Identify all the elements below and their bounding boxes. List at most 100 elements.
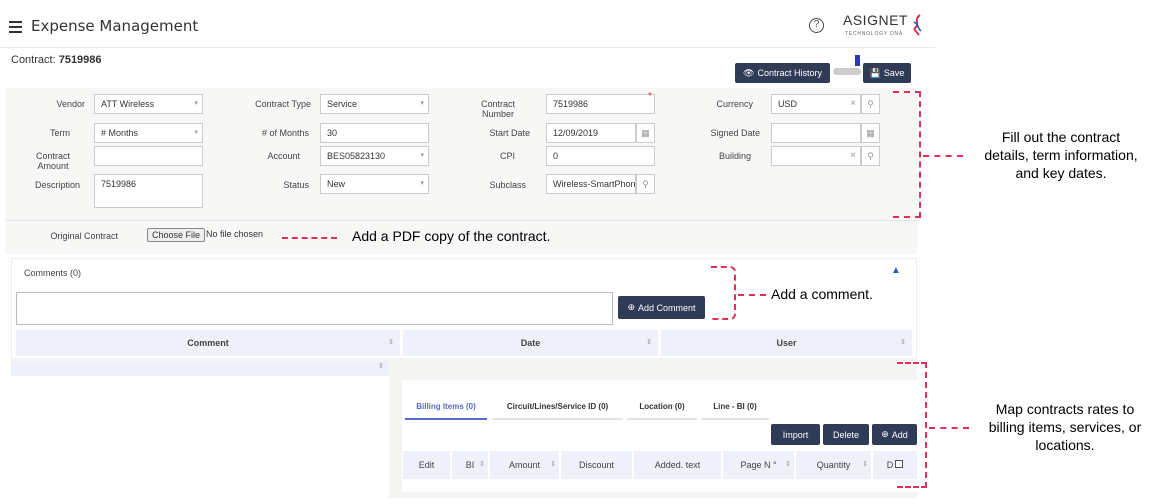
calendar-icon[interactable]: ▦ — [636, 123, 655, 143]
add-comment-button[interactable]: ⊕ Add Comment — [618, 296, 705, 319]
column-header-discount[interactable]: Discount — [561, 451, 632, 479]
start-date-field[interactable]: 12/09/2019 — [546, 123, 636, 143]
tab-billing-items[interactable]: Billing Items (0) — [405, 400, 487, 420]
contract-type-select[interactable]: Service ▾ — [320, 94, 429, 114]
column-label: Amount — [508, 460, 541, 470]
column-header-page-n[interactable]: Page N ° ⇕ — [723, 451, 794, 479]
annotation-map: Map contracts rates to billing items, se… — [968, 400, 1162, 454]
original-contract-label: Original Contract — [50, 231, 118, 241]
calendar-icon[interactable]: ▦ — [861, 123, 880, 143]
signed-date-label: Signed Date — [710, 128, 760, 138]
annotation-line: Fill out the contract — [1001, 129, 1121, 145]
dropdown-arrow-icon: ▾ — [420, 152, 424, 159]
dropdown-arrow-icon: ▾ — [194, 100, 198, 107]
num-months-field[interactable]: 30 — [320, 123, 429, 143]
start-date-label: Start Date — [489, 128, 530, 138]
sort-icon: ⇕ — [479, 461, 485, 468]
currency-field[interactable]: USD × — [771, 94, 861, 114]
logo-text: ASIGNET — [843, 12, 908, 28]
eye-icon: 👁 — [743, 67, 755, 78]
column-header-comment[interactable]: Comment ⇕ — [16, 330, 400, 356]
company-logo: ASIGNET TECHNOLOGY DNA — [843, 12, 928, 40]
search-icon[interactable]: ⚲ — [861, 94, 880, 114]
column-header-bi[interactable]: BI ⇕ — [452, 451, 488, 479]
column-label: D — [886, 460, 894, 470]
clear-icon[interactable]: × — [850, 95, 856, 113]
building-label: Building — [718, 151, 751, 161]
logo-subtext: TECHNOLOGY DNA — [845, 31, 904, 37]
clear-icon[interactable]: × — [850, 147, 856, 165]
term-value: # Months — [101, 128, 139, 138]
column-header-quantity[interactable]: Quantity ⇕ — [796, 451, 871, 479]
choose-file-button[interactable]: Choose File — [147, 228, 206, 242]
tab-circuit-lines[interactable]: Circuit/Lines/Service ID (0) — [492, 400, 623, 420]
dropdown-arrow-icon: ▾ — [194, 129, 198, 136]
contract-type-label: Contract Type — [255, 99, 311, 109]
column-label: BI — [465, 460, 475, 470]
comments-title: Comments (0) — [24, 268, 82, 278]
save-button[interactable]: 💾 Save — [863, 63, 911, 83]
left-list-header: ⇕ — [11, 362, 389, 376]
contract-amount-label: Contract Amount — [30, 151, 76, 171]
term-select[interactable]: # Months ▾ — [94, 123, 203, 143]
contract-history-label: Contract History — [757, 68, 822, 78]
column-label: Added. text — [654, 460, 701, 470]
plus-circle-icon: ⊕ — [627, 302, 635, 312]
annotation-bracket — [897, 362, 927, 488]
search-icon[interactable]: ⚲ — [861, 146, 880, 166]
subclass-label: Subclass — [489, 180, 526, 190]
contract-heading: Contract: 7519986 — [11, 54, 102, 66]
contract-number-field[interactable]: 7519986 — [546, 94, 655, 114]
column-header-date[interactable]: Date ⇕ — [403, 330, 658, 356]
description-textarea[interactable]: 7519986 — [94, 174, 203, 208]
dropdown-arrow-icon: ▾ — [420, 180, 424, 187]
search-icon[interactable]: ⚲ — [636, 174, 655, 194]
status-label: Status — [283, 180, 309, 190]
column-header-user[interactable]: User ⇕ — [661, 330, 912, 356]
contract-number: 7519986 — [58, 54, 102, 66]
account-value: BES05823130 — [327, 151, 386, 161]
account-label: Account — [267, 151, 300, 161]
contract-amount-label-2: Amount — [37, 161, 69, 171]
tab-line-bi[interactable]: Line - BI (0) — [701, 400, 769, 420]
contract-number-label: Contract Number — [470, 99, 526, 119]
num-months-label: # of Months — [261, 128, 309, 138]
toggle-switch[interactable] — [833, 68, 861, 75]
collapse-icon[interactable]: ▲ — [891, 265, 901, 276]
help-icon[interactable]: ? — [809, 18, 824, 33]
vendor-select[interactable]: ATT Wireless ▾ — [94, 94, 203, 114]
contract-number-label-2: Number — [481, 109, 514, 119]
required-marker: * — [648, 91, 652, 102]
subclass-field[interactable]: Wireless-SmartPhon — [546, 174, 636, 194]
term-label: Term — [50, 128, 70, 138]
description-label: Description — [34, 180, 80, 190]
top-bar: Expense Management ? ASIGNET TECHNOLOGY … — [0, 0, 935, 48]
sort-icon: ⇕ — [550, 461, 556, 468]
annotation-contract-details: Fill out the contract details, term info… — [960, 128, 1162, 182]
import-button[interactable]: Import — [771, 424, 820, 445]
file-status: No file chosen — [206, 229, 264, 239]
column-label: Discount — [578, 460, 614, 470]
comment-textarea[interactable] — [16, 292, 613, 325]
status-select[interactable]: New ▾ — [320, 174, 429, 194]
contract-amount-field[interactable] — [94, 146, 203, 166]
delete-button[interactable]: Delete — [823, 424, 869, 445]
annotation-connector — [929, 427, 969, 429]
cpi-field[interactable]: 0 — [546, 146, 655, 166]
tab-location[interactable]: Location (0) — [627, 400, 697, 420]
plus-circle-icon: ⊕ — [881, 429, 889, 439]
column-label: Comment — [187, 338, 229, 348]
account-select[interactable]: BES05823130 ▾ — [320, 146, 429, 166]
column-header-amount[interactable]: Amount ⇕ — [490, 451, 559, 479]
column-header-added-text[interactable]: Added. text — [634, 451, 721, 479]
contract-history-button[interactable]: 👁 Contract History — [735, 63, 830, 83]
toggle-indicator — [855, 55, 860, 66]
building-field[interactable]: × — [771, 146, 861, 166]
column-header-edit[interactable]: Edit — [403, 451, 450, 479]
app-title: Expense Management — [31, 17, 199, 35]
menu-icon[interactable] — [9, 21, 22, 33]
add-comment-label: Add Comment — [638, 302, 696, 313]
signed-date-field[interactable] — [771, 123, 861, 143]
annotation-line: and key dates. — [1015, 165, 1107, 181]
sort-icon: ⇕ — [785, 461, 791, 468]
